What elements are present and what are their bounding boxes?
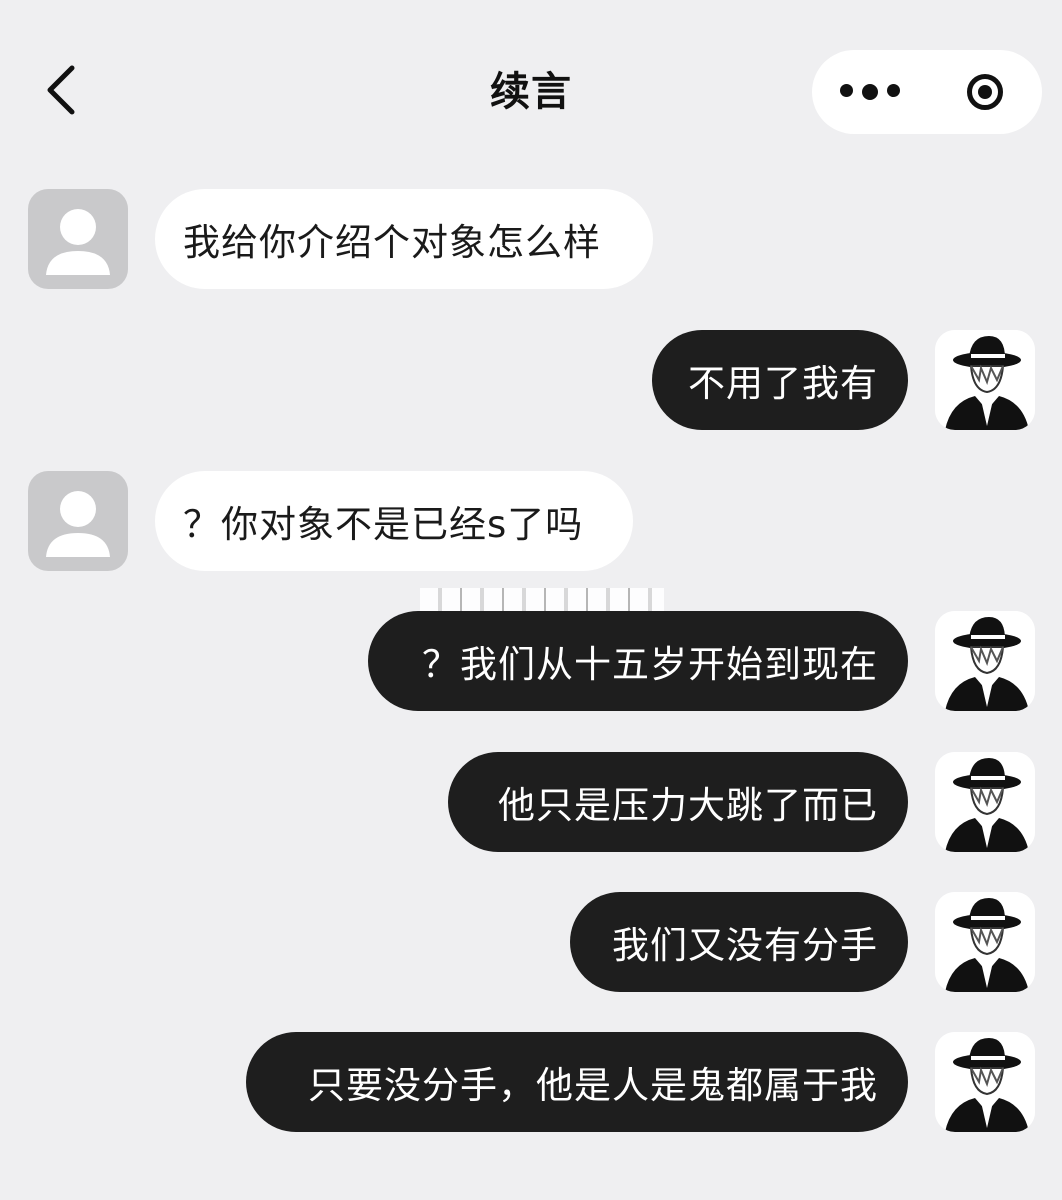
close-button[interactable] (927, 50, 1042, 134)
message-text: 我给你介绍个对象怎么样 (183, 221, 601, 264)
compression-artifact (420, 588, 664, 612)
anime-character-avatar-icon (935, 1032, 1035, 1132)
message-bubble-outgoing[interactable]: 我们又没有分手 (570, 892, 908, 992)
more-dots-icon (839, 84, 900, 100)
contact-avatar[interactable] (28, 471, 128, 571)
contact-avatar[interactable] (28, 189, 128, 289)
message-bubble-outgoing[interactable]: 他只是压力大跳了而已 (448, 752, 908, 852)
default-person-icon (46, 491, 110, 557)
message-text: 不用了我有 (688, 362, 878, 405)
message-bubble-outgoing[interactable]: ？我们从十五岁开始到现在 (368, 611, 908, 711)
user-avatar[interactable] (935, 1032, 1035, 1132)
anime-character-avatar-icon (935, 892, 1035, 992)
message-text: 只要没分手，他是人是鬼都属于我 (308, 1064, 878, 1107)
target-circle-icon (966, 74, 1003, 110)
mini-program-capsule (812, 50, 1042, 134)
user-avatar[interactable] (935, 330, 1035, 430)
user-avatar[interactable] (935, 892, 1035, 992)
more-button[interactable] (812, 50, 927, 134)
anime-character-avatar-icon (935, 752, 1035, 852)
chat-screen: 续言 我给你介绍个对象怎么样 不用了我有 ？你对象不是已经s了吗 ？我们从十五岁… (0, 0, 1062, 1200)
message-bubble-outgoing[interactable]: 不用了我有 (652, 330, 908, 430)
message-text: ？你对象不是已经s了吗 (183, 503, 584, 546)
message-bubble-incoming[interactable]: ？你对象不是已经s了吗 (155, 471, 633, 571)
message-text: ？我们从十五岁开始到现在 (422, 643, 878, 686)
user-avatar[interactable] (935, 752, 1035, 852)
default-person-icon (46, 209, 110, 275)
message-bubble-incoming[interactable]: 我给你介绍个对象怎么样 (155, 189, 653, 289)
user-avatar[interactable] (935, 611, 1035, 711)
message-text: 我们又没有分手 (612, 924, 878, 967)
anime-character-avatar-icon (935, 330, 1035, 430)
message-text: 他只是压力大跳了而已 (498, 784, 878, 827)
message-bubble-outgoing[interactable]: 只要没分手，他是人是鬼都属于我 (246, 1032, 908, 1132)
anime-character-avatar-icon (935, 611, 1035, 711)
